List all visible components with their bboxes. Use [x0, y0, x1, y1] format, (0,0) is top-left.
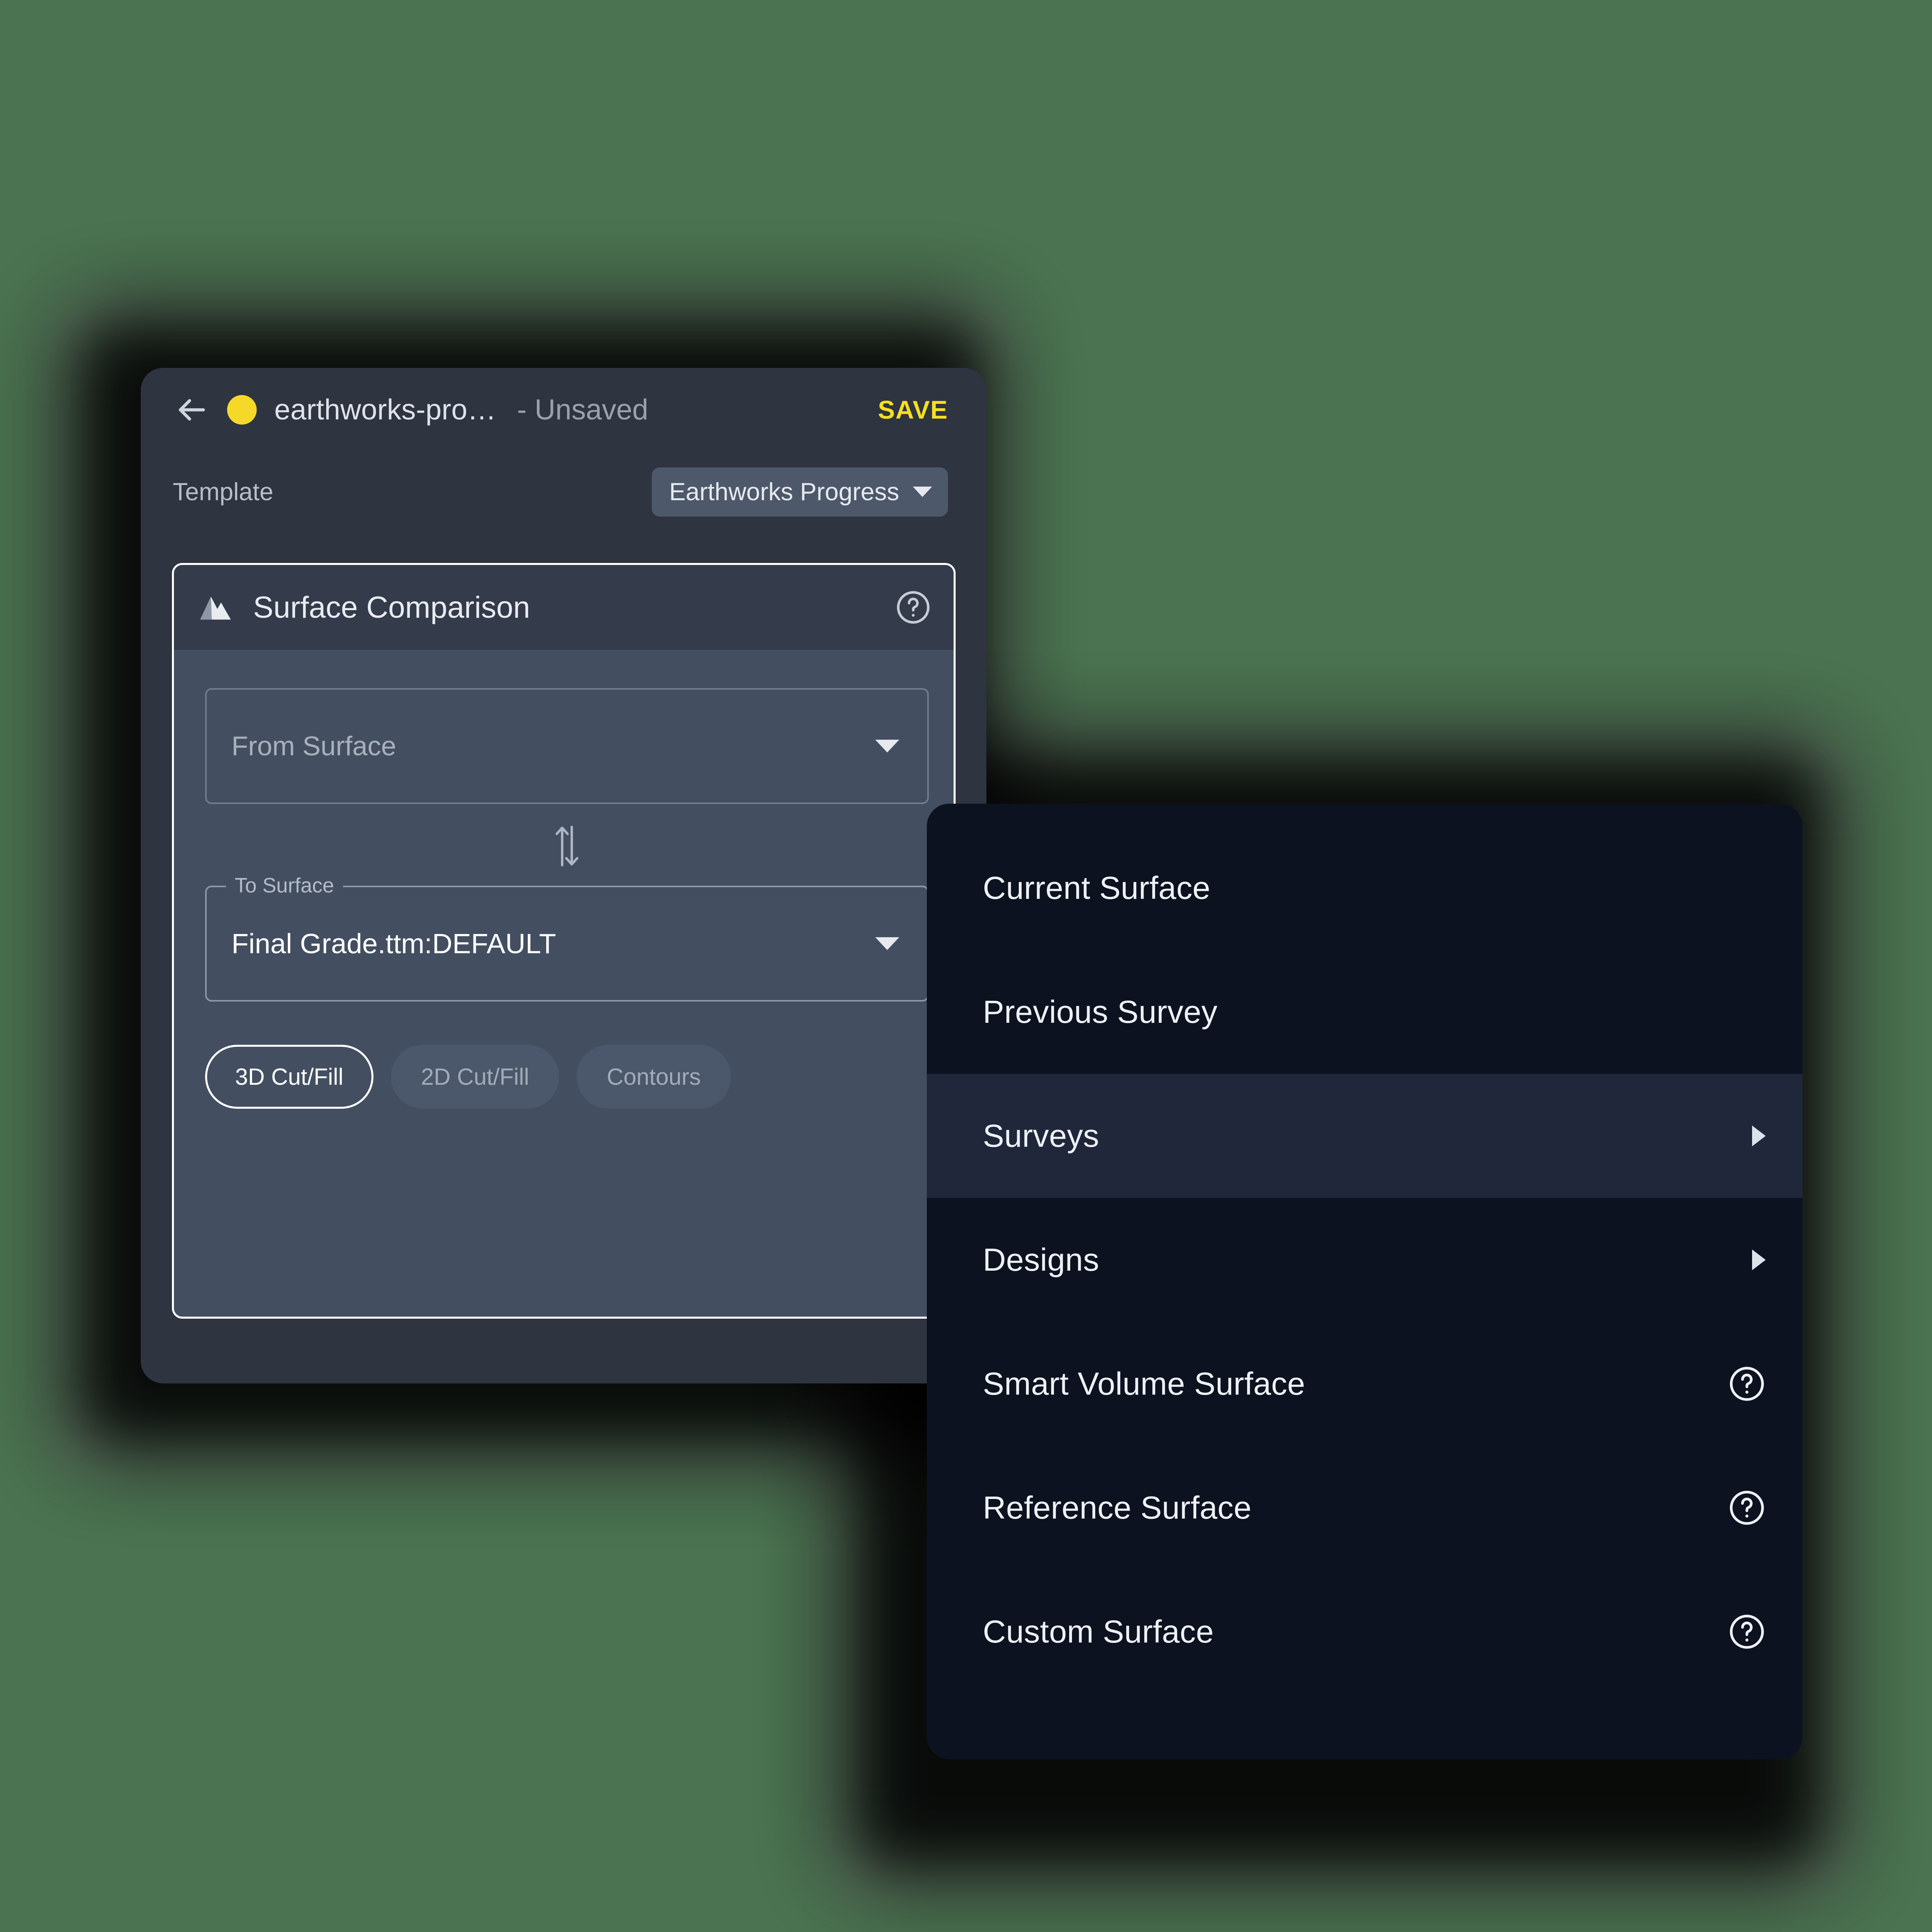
menu-item-label: Previous Survey [983, 994, 1217, 1030]
help-circle-icon[interactable] [1728, 1365, 1766, 1403]
screen: earthworks-pro… - Unsaved SAVE Template … [0, 0, 1932, 1932]
unsaved-status-dot [227, 395, 257, 425]
view-mode-chips: 3D Cut/Fill 2D Cut/Fill Contours [205, 1045, 954, 1109]
menu-item-reference-surface[interactable]: Reference Surface [927, 1446, 1802, 1570]
help-circle-icon[interactable] [895, 589, 931, 625]
menu-item-label: Designs [983, 1242, 1100, 1277]
document-status: - Unsaved [517, 394, 649, 426]
menu-item-surveys[interactable]: Surveys [927, 1074, 1802, 1198]
menu-item-label: Surveys [983, 1118, 1100, 1154]
card-title: Surface Comparison [253, 590, 530, 625]
from-surface-placeholder: From Surface [232, 731, 396, 761]
swap-vertical-icon[interactable] [548, 820, 586, 872]
menu-item-current-surface[interactable]: Current Surface [927, 826, 1802, 950]
panel-titlebar: earthworks-pro… - Unsaved SAVE [141, 368, 986, 452]
help-circle-icon[interactable] [1728, 1489, 1766, 1527]
to-surface-value: Final Grade.ttm:DEFAULT [232, 928, 556, 959]
surface-comparison-card: Surface Comparison From Surface To Surfa… [172, 563, 956, 1319]
menu-item-label: Custom Surface [983, 1614, 1214, 1649]
surface-comparison-panel: earthworks-pro… - Unsaved SAVE Template … [141, 368, 986, 1383]
menu-item-custom-surface[interactable]: Custom Surface [927, 1570, 1802, 1694]
chevron-right-icon [1752, 1249, 1766, 1270]
save-button[interactable]: SAVE [878, 395, 948, 425]
menu-item-designs[interactable]: Designs [927, 1198, 1802, 1322]
chevron-right-icon [1752, 1126, 1766, 1146]
template-selected-value: Earthworks Progress [669, 478, 899, 506]
menu-item-smart-volume-surface[interactable]: Smart Volume Surface [927, 1322, 1802, 1446]
chevron-down-icon [913, 487, 932, 497]
surface-source-menu: Current Surface Previous Survey Surveys … [927, 804, 1802, 1759]
to-surface-select[interactable]: To Surface Final Grade.ttm:DEFAULT [205, 874, 929, 1002]
menu-item-label: Smart Volume Surface [983, 1366, 1305, 1401]
help-circle-icon[interactable] [1728, 1613, 1766, 1651]
to-surface-label: To Surface [226, 874, 343, 898]
arrow-left-icon[interactable] [173, 391, 210, 428]
chip-2d-cut-fill[interactable]: 2D Cut/Fill [391, 1045, 559, 1109]
chevron-down-icon [875, 937, 899, 950]
from-surface-select[interactable]: From Surface [205, 688, 929, 804]
chip-contours[interactable]: Contours [577, 1045, 731, 1109]
chip-3d-cut-fill[interactable]: 3D Cut/Fill [205, 1045, 373, 1109]
template-select[interactable]: Earthworks Progress [651, 467, 948, 517]
menu-item-label: Reference Surface [983, 1490, 1252, 1525]
card-body: From Surface To Surface Final Grade.ttm:… [174, 650, 954, 1109]
template-row: Template Earthworks Progress [141, 452, 986, 532]
mountain-icon [197, 589, 234, 626]
document-title: earthworks-pro… [274, 394, 497, 426]
menu-item-label: Current Surface [983, 870, 1211, 906]
swap-row [205, 820, 929, 872]
card-header: Surface Comparison [174, 565, 954, 650]
menu-item-previous-survey[interactable]: Previous Survey [927, 950, 1802, 1074]
template-label: Template [173, 478, 273, 506]
chevron-down-icon [875, 740, 899, 752]
